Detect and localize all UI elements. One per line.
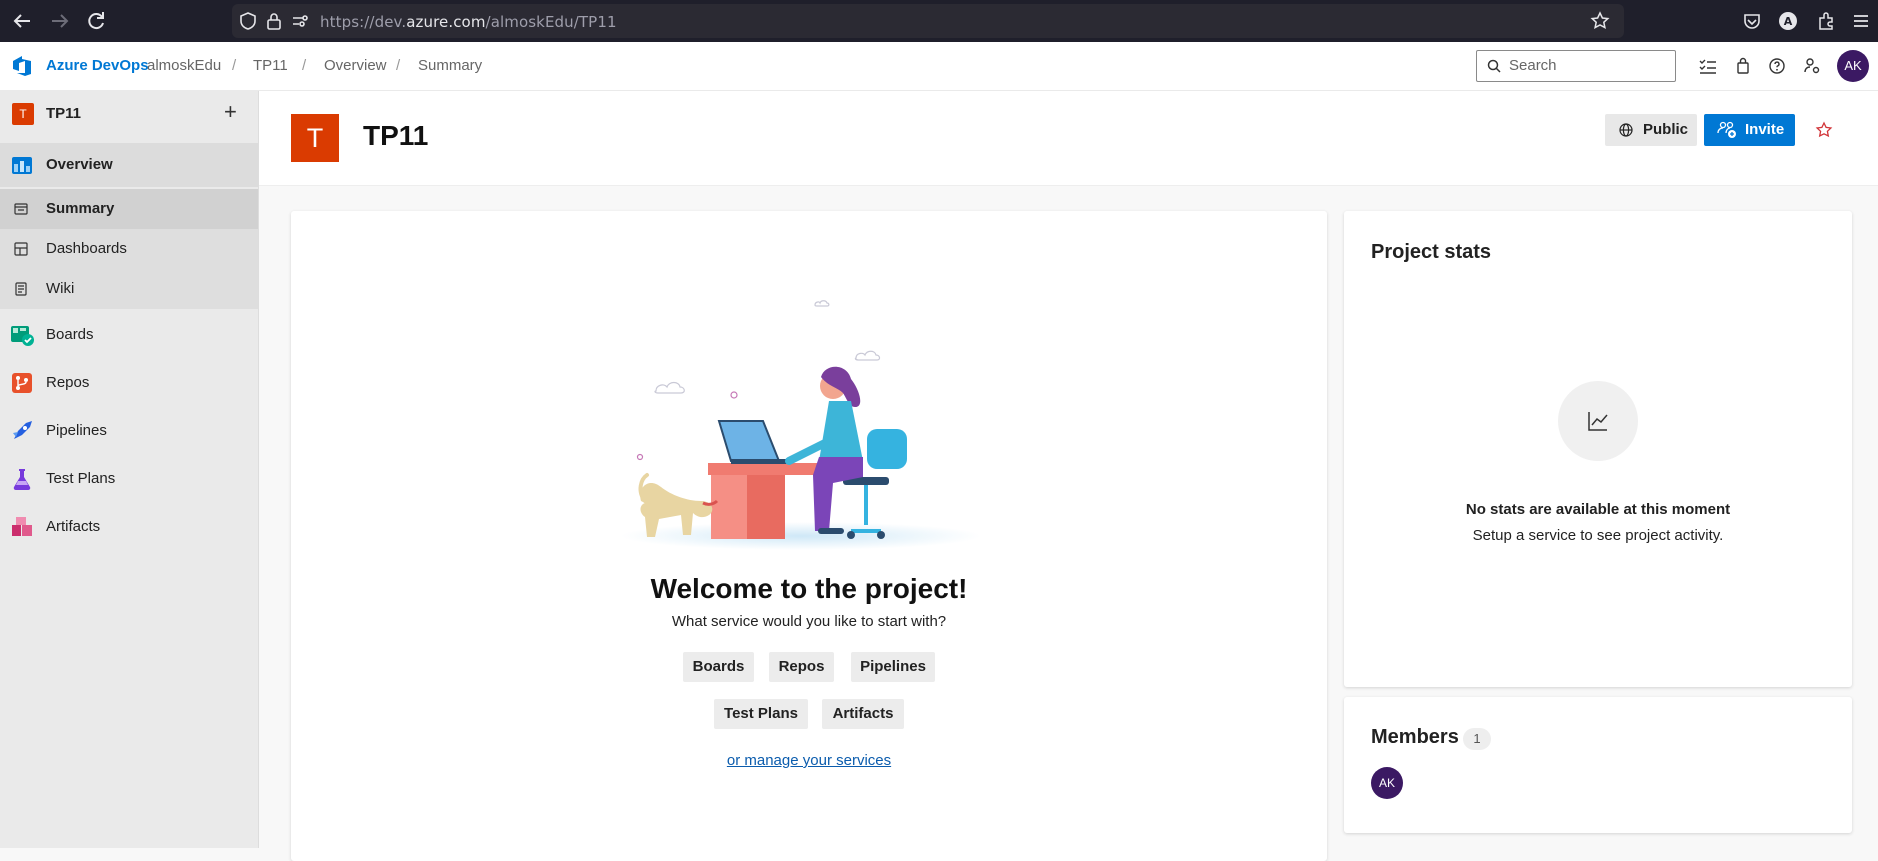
reload-icon[interactable] [84, 9, 108, 33]
search-icon [1487, 59, 1501, 73]
shield-icon[interactable] [238, 11, 258, 31]
sidebar-item-label: Overview [46, 156, 113, 173]
user-settings-icon[interactable] [1802, 56, 1822, 76]
dashboards-icon [13, 241, 29, 257]
search-input[interactable]: Search [1476, 50, 1676, 82]
breadcrumb-project[interactable]: TP11 [253, 57, 288, 74]
sidebar-item-test-plans[interactable]: Test Plans [0, 457, 258, 501]
member-avatar[interactable]: AK [1371, 767, 1403, 799]
bookmark-star-icon[interactable] [1590, 11, 1610, 31]
summary-icon [13, 201, 29, 217]
stats-empty-subtitle: Setup a service to see project activity. [1472, 527, 1724, 544]
help-icon[interactable] [1767, 56, 1787, 76]
stats-empty-title: No stats are available at this moment [1465, 501, 1731, 518]
manage-services-link[interactable]: or manage your services [291, 752, 1327, 769]
globe-icon [1619, 123, 1633, 137]
favorite-star-icon[interactable] [1814, 120, 1834, 140]
sidebar-item-label: Test Plans [46, 470, 116, 487]
url-text: https://dev.azure.com/almoskEdu/TP11 [320, 13, 617, 31]
sidebar-item-label: Summary [46, 200, 115, 217]
breadcrumb-separator: / [396, 57, 401, 74]
site-permissions-icon[interactable] [290, 11, 310, 31]
svg-text:A: A [1784, 15, 1793, 28]
project-stats-card: Project stats No stats are available at … [1344, 211, 1852, 687]
invite-people-icon [1717, 121, 1737, 139]
members-count-badge: 1 [1463, 728, 1491, 750]
work-items-icon[interactable] [1698, 56, 1718, 76]
sidebar-item-boards[interactable]: Boards [0, 313, 258, 357]
sidebar-item-wiki[interactable]: Wiki [0, 269, 258, 309]
overview-icon [10, 153, 34, 177]
url-path: /almoskEdu/TP11 [485, 13, 617, 31]
url-host: azure.com [406, 13, 486, 31]
sidebar-item-summary[interactable]: Summary [0, 189, 258, 229]
service-test-plans-button[interactable]: Test Plans [714, 699, 808, 729]
sidebar-item-pipelines[interactable]: Pipelines [0, 409, 258, 453]
sidebar-item-label: Dashboards [46, 240, 127, 257]
members-title: Members [1371, 726, 1459, 748]
sidebar-item-label: Artifacts [46, 518, 101, 535]
url-prefix: https://dev. [320, 13, 407, 31]
breadcrumb-summary[interactable]: Summary [418, 57, 482, 74]
project-avatar: T [291, 114, 339, 162]
public-button[interactable]: Public [1605, 114, 1697, 146]
pocket-icon[interactable] [1741, 10, 1763, 32]
menu-icon[interactable] [1850, 10, 1872, 32]
sidebar-item-overview[interactable]: Overview [0, 143, 258, 187]
browser-toolbar: https://dev.azure.com/almoskEdu/TP11 A [0, 0, 1878, 42]
stats-title: Project stats [1371, 241, 1492, 263]
members-card: Members 1 AK [1344, 697, 1852, 833]
user-avatar[interactable]: AK [1837, 50, 1869, 82]
welcome-card: Welcome to the project! What service wou… [291, 211, 1327, 861]
page-title: TP11 [363, 120, 429, 151]
service-boards-button[interactable]: Boards [683, 652, 754, 682]
service-repos-button[interactable]: Repos [769, 652, 834, 682]
sidebar-item-dashboards[interactable]: Dashboards [0, 229, 258, 269]
breadcrumb-organization[interactable]: almoskEdu [147, 57, 221, 74]
sidebar-project-header[interactable]: T TP11 + [0, 91, 258, 135]
invite-label: Invite [1745, 121, 1785, 138]
sidebar: T TP11 + Overview Summary Dashboards Wik… [0, 91, 259, 848]
wiki-icon [13, 281, 29, 297]
project-badge: T [12, 103, 34, 125]
repos-icon [10, 371, 34, 395]
trend-chart-icon [1586, 409, 1610, 433]
sidebar-item-artifacts[interactable]: Artifacts [0, 505, 258, 549]
sidebar-item-label: Boards [46, 326, 94, 343]
test-plans-icon [10, 467, 34, 491]
artifacts-icon [10, 515, 34, 539]
stats-empty-icon-circle [1558, 381, 1638, 461]
boards-icon [10, 323, 34, 347]
address-bar[interactable]: https://dev.azure.com/almoskEdu/TP11 [232, 4, 1624, 38]
brand-name[interactable]: Azure DevOps [46, 57, 149, 74]
welcome-subtitle: What service would you like to start wit… [671, 613, 947, 630]
add-icon[interactable]: + [224, 99, 237, 125]
service-artifacts-button[interactable]: Artifacts [822, 699, 904, 729]
public-label: Public [1643, 121, 1689, 138]
back-arrow-icon[interactable] [10, 9, 34, 33]
sidebar-item-label: Repos [46, 374, 90, 391]
breadcrumb-overview[interactable]: Overview [324, 57, 387, 74]
lock-icon[interactable] [264, 11, 284, 31]
sidebar-item-label: Pipelines [46, 422, 107, 439]
azure-devops-logo-icon[interactable] [11, 55, 35, 77]
invite-button[interactable]: Invite [1704, 114, 1795, 146]
breadcrumb-separator: / [302, 57, 307, 74]
sidebar-item-label: Wiki [46, 280, 75, 297]
welcome-title: Welcome to the project! [650, 573, 968, 604]
service-pipelines-button[interactable]: Pipelines [851, 652, 935, 682]
sidebar-item-repos[interactable]: Repos [0, 361, 258, 405]
forward-arrow-icon[interactable] [48, 9, 72, 33]
search-placeholder: Search [1509, 57, 1557, 74]
welcome-illustration [611, 291, 991, 551]
marketplace-bag-icon[interactable] [1733, 56, 1753, 76]
app-header: Azure DevOps almoskEdu / TP11 / Overview… [0, 42, 1878, 91]
breadcrumb-separator: / [232, 57, 237, 74]
pipelines-icon [10, 419, 34, 443]
account-icon[interactable]: A [1777, 10, 1799, 32]
sidebar-project-name[interactable]: TP11 [46, 105, 81, 122]
extensions-icon[interactable] [1815, 10, 1837, 32]
